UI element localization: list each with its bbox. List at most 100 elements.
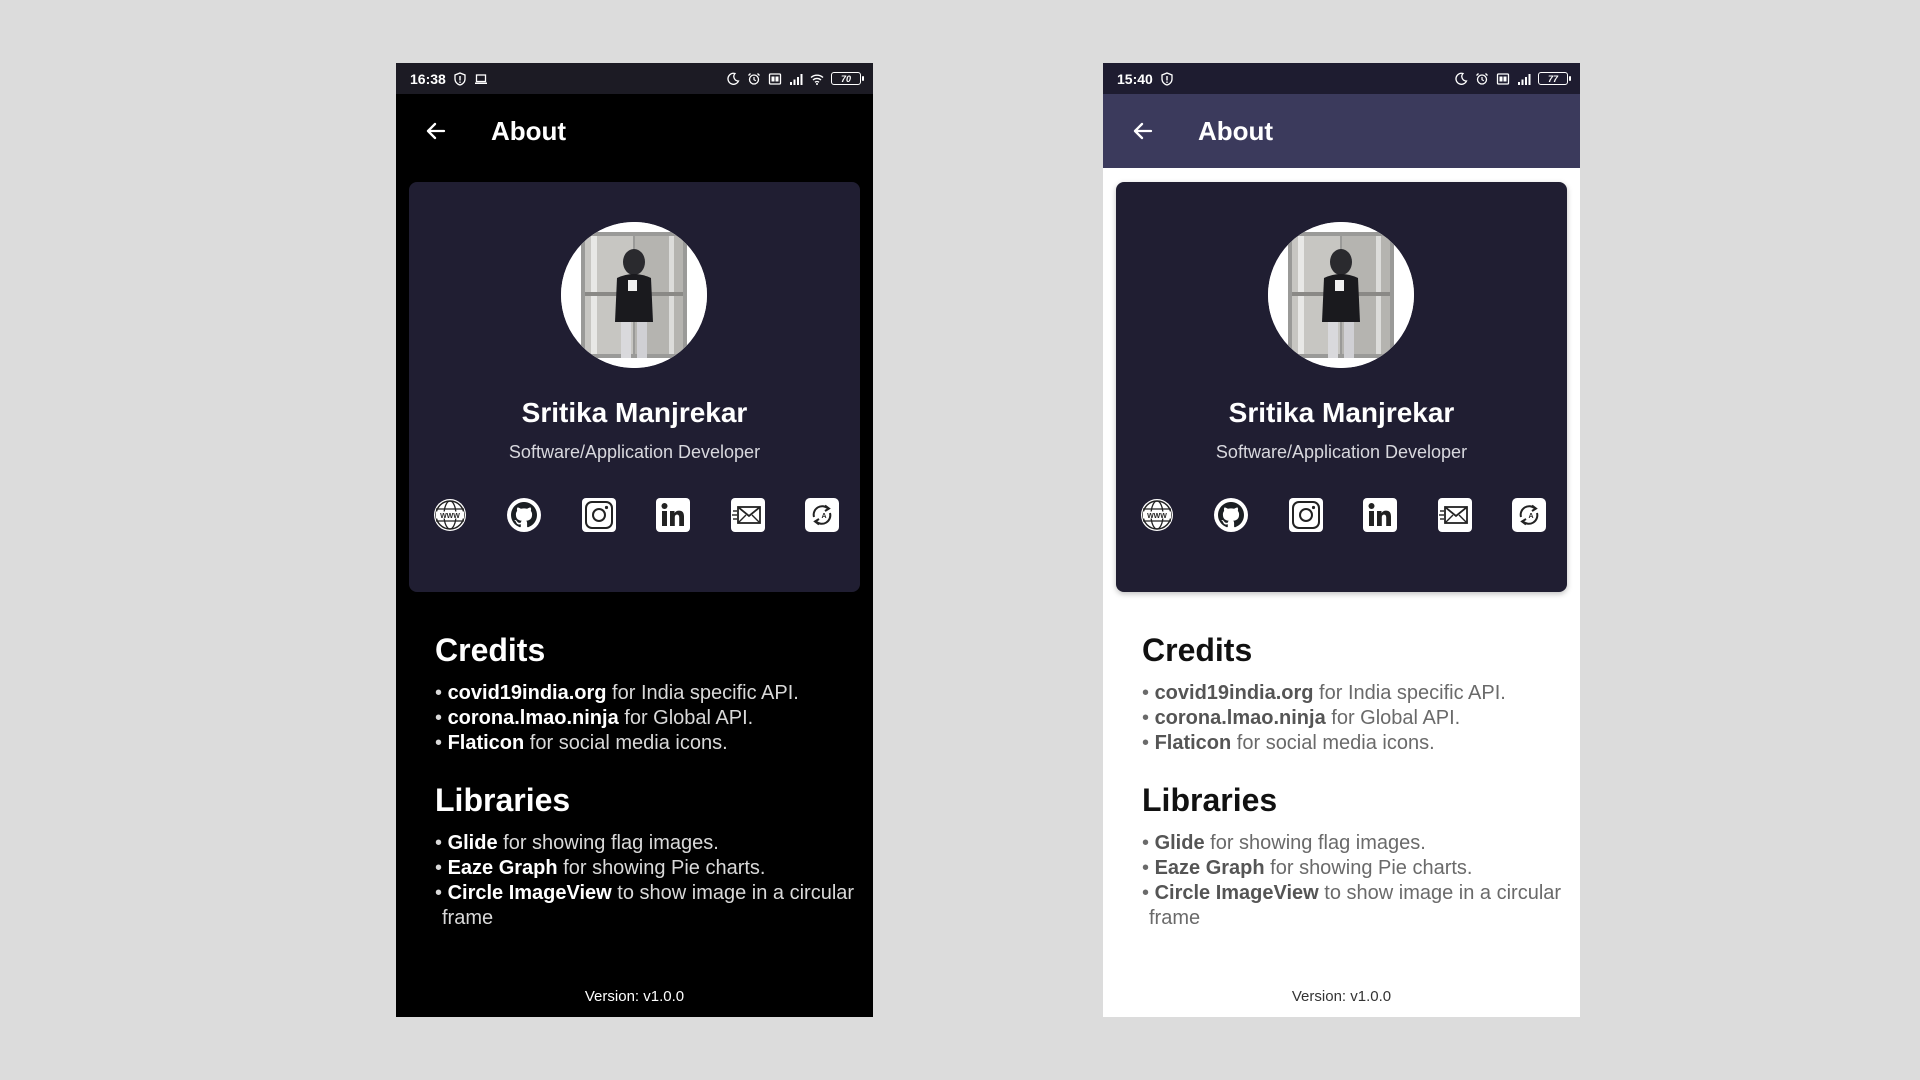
- credit-desc: for India specific API.: [1313, 682, 1506, 704]
- libraries-list: • Glide for showing flag images. • Eaze …: [1142, 831, 1562, 931]
- credits-section: Credits • covid19india.org for India spe…: [1142, 632, 1562, 756]
- back-arrow-icon[interactable]: [420, 115, 452, 147]
- list-item: • corona.lmao.ninja for Global API.: [1142, 707, 1461, 729]
- credit-name[interactable]: corona.lmao.ninja: [448, 707, 619, 729]
- wifi-icon: [810, 72, 824, 86]
- page-title: About: [491, 115, 567, 146]
- status-time: 15:40: [1117, 70, 1153, 87]
- shield-alert-icon: [453, 71, 467, 86]
- credit-name[interactable]: covid19india.org: [1155, 682, 1314, 704]
- credit-desc: for social media icons.: [524, 732, 728, 754]
- svg-text:WWW: WWW: [1147, 513, 1167, 520]
- list-item: • Circle ImageView to show image in a ci…: [1142, 882, 1562, 929]
- linkedin-icon[interactable]: [1362, 497, 1398, 533]
- linkedin-icon[interactable]: [655, 497, 691, 533]
- signal-icon: [1517, 72, 1531, 86]
- credit-desc: for India specific API.: [606, 682, 799, 704]
- list-item: • Glide for showing flag images.: [435, 832, 719, 854]
- credits-list: • covid19india.org for India specific AP…: [435, 681, 855, 756]
- profile-card: Sritika Manjrekar Software/Application D…: [1116, 182, 1567, 592]
- app-toolbar: About: [396, 94, 873, 168]
- list-item: • corona.lmao.ninja for Global API.: [435, 707, 754, 729]
- social-links: WWW A: [1139, 497, 1547, 533]
- library-name[interactable]: Eaze Graph: [1155, 857, 1265, 879]
- github-icon[interactable]: [1213, 497, 1249, 533]
- profile-card: Sritika Manjrekar Software/Application D…: [409, 182, 860, 592]
- library-desc: for showing Pie charts.: [1264, 857, 1473, 879]
- phone-screen-light: 15:40 77 About Sritika Manjrekar Softwar…: [1103, 63, 1580, 1017]
- laptop-icon: [474, 72, 488, 86]
- alarm-icon: [1475, 72, 1489, 86]
- avatar: [1268, 222, 1414, 368]
- version-label: Version: v1.0.0: [584, 988, 685, 1005]
- battery-icon: 77: [1538, 72, 1571, 85]
- credit-name[interactable]: covid19india.org: [448, 682, 607, 704]
- library-desc: for showing Pie charts.: [557, 857, 766, 879]
- list-item: • Eaze Graph for showing Pie charts.: [435, 857, 766, 879]
- libraries-heading: Libraries: [1142, 782, 1278, 818]
- libraries-list: • Glide for showing flag images. • Eaze …: [435, 831, 855, 931]
- battery-icon: 70: [831, 72, 864, 85]
- social-links: WWW A: [432, 497, 840, 533]
- profile-name: Sritika Manjrekar: [521, 397, 748, 428]
- credits-heading: Credits: [435, 632, 546, 668]
- list-item: • covid19india.org for India specific AP…: [435, 682, 799, 704]
- credit-desc: for social media icons.: [1231, 732, 1435, 754]
- svg-text:A: A: [821, 513, 826, 520]
- alarm-icon: [747, 72, 761, 86]
- library-name[interactable]: Glide: [448, 832, 498, 854]
- moon-icon: [1454, 72, 1468, 86]
- list-item: • Eaze Graph for showing Pie charts.: [1142, 857, 1473, 879]
- sim-icon: [1496, 72, 1510, 86]
- profile-name: Sritika Manjrekar: [1228, 397, 1455, 428]
- avatar: [561, 222, 707, 368]
- svg-text:A: A: [1528, 513, 1533, 520]
- list-item: • covid19india.org for India specific AP…: [1142, 682, 1506, 704]
- library-desc: for showing flag images.: [1204, 832, 1426, 854]
- credit-name[interactable]: Flaticon: [1155, 732, 1232, 754]
- status-bar: 16:38 70: [396, 63, 873, 94]
- libraries-section: Libraries • Glide for showing flag image…: [1142, 782, 1562, 931]
- signal-icon: [789, 72, 803, 86]
- globe-icon[interactable]: WWW: [432, 497, 468, 533]
- credits-list: • covid19india.org for India specific AP…: [1142, 681, 1562, 756]
- instagram-icon[interactable]: [581, 497, 617, 533]
- app-toolbar: About: [1103, 94, 1580, 168]
- moon-icon: [726, 72, 740, 86]
- status-bar: 15:40 77: [1103, 63, 1580, 94]
- library-name[interactable]: Glide: [1155, 832, 1205, 854]
- share-icon[interactable]: A: [804, 497, 840, 533]
- credit-name[interactable]: corona.lmao.ninja: [1155, 707, 1326, 729]
- github-icon[interactable]: [506, 497, 542, 533]
- library-name[interactable]: Eaze Graph: [448, 857, 558, 879]
- back-arrow-icon[interactable]: [1127, 115, 1159, 147]
- email-icon[interactable]: [730, 497, 766, 533]
- libraries-heading: Libraries: [435, 782, 571, 818]
- library-name[interactable]: Circle ImageView: [448, 882, 612, 904]
- libraries-section: Libraries • Glide for showing flag image…: [435, 782, 855, 931]
- profile-role: Software/Application Developer: [1215, 442, 1468, 462]
- page-title: About: [1198, 115, 1274, 146]
- profile-role: Software/Application Developer: [508, 442, 761, 462]
- email-icon[interactable]: [1437, 497, 1473, 533]
- credit-desc: for Global API.: [1325, 707, 1461, 729]
- list-item: • Flaticon for social media icons.: [435, 732, 728, 754]
- globe-icon[interactable]: WWW: [1139, 497, 1175, 533]
- credits-heading: Credits: [1142, 632, 1253, 668]
- version-label: Version: v1.0.0: [1291, 988, 1392, 1005]
- phone-screen-dark: 16:38 70 About Sritika Manjrekar Softwar…: [396, 63, 873, 1017]
- svg-text:WWW: WWW: [440, 513, 460, 520]
- library-desc: for showing flag images.: [497, 832, 719, 854]
- credit-name[interactable]: Flaticon: [448, 732, 525, 754]
- credit-desc: for Global API.: [618, 707, 754, 729]
- sim-icon: [768, 72, 782, 86]
- instagram-icon[interactable]: [1288, 497, 1324, 533]
- credits-section: Credits • covid19india.org for India spe…: [435, 632, 855, 756]
- share-icon[interactable]: A: [1511, 497, 1547, 533]
- list-item: • Glide for showing flag images.: [1142, 832, 1426, 854]
- library-name[interactable]: Circle ImageView: [1155, 882, 1319, 904]
- list-item: • Circle ImageView to show image in a ci…: [435, 882, 855, 929]
- shield-alert-icon: [1160, 71, 1174, 86]
- status-time: 16:38: [410, 70, 446, 87]
- list-item: • Flaticon for social media icons.: [1142, 732, 1435, 754]
